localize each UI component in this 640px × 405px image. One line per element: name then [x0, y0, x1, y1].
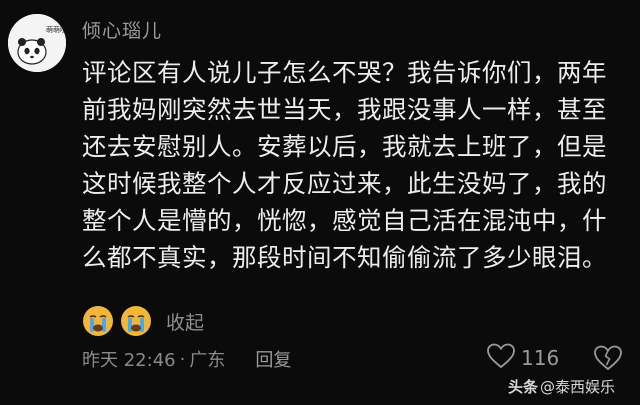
like-button[interactable]: 116 — [487, 343, 559, 373]
location: 广东 — [189, 350, 226, 371]
avatar[interactable]: 萌萌哒 — [8, 14, 66, 72]
meta-separator: · — [179, 348, 186, 370]
reply-button[interactable]: 回复 — [255, 346, 291, 372]
comment-meta: 昨天 22:46 · 广东 回复 — [82, 346, 291, 372]
username[interactable]: 倾心瑙儿 — [82, 16, 162, 43]
comment-text: 评论区有人说儿子怎么不哭？我告诉你们，两年 前我妈刚突然去世当天，我跟没事人一样… — [82, 58, 607, 272]
watermark: 头条 @泰西娱乐 — [508, 376, 615, 397]
panda-avatar-icon: 萌萌哒 — [8, 14, 66, 72]
timestamp: 昨天 22:46 — [82, 350, 176, 371]
like-count: 116 — [521, 346, 560, 370]
avatar-text: 萌萌哒 — [46, 25, 66, 34]
dislike-button[interactable] — [594, 345, 622, 375]
emoji-row: 收起 — [82, 305, 204, 337]
crying-face-icon — [82, 305, 114, 337]
crying-face-icon — [120, 305, 152, 337]
watermark-handle: @泰西娱乐 — [540, 378, 616, 396]
heart-icon — [487, 343, 515, 373]
collapse-button[interactable]: 收起 — [166, 308, 204, 335]
broken-heart-icon — [594, 345, 622, 375]
watermark-brand: 头条 — [508, 378, 539, 396]
